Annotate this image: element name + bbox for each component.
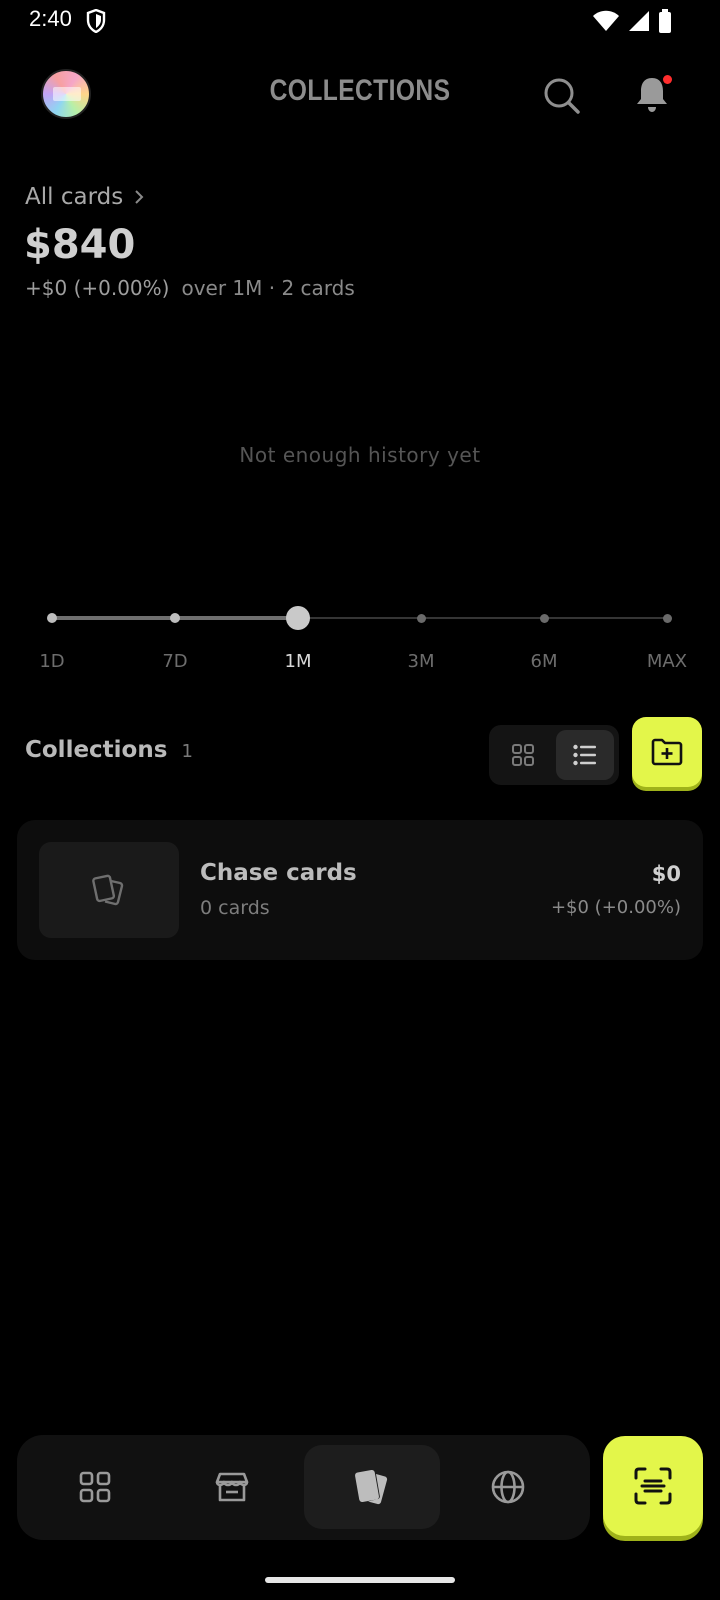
search-icon [544, 78, 580, 114]
range-label-max[interactable]: MAX [647, 651, 687, 672]
nav-collections[interactable] [304, 1445, 440, 1529]
range-label-7d[interactable]: 7D [162, 651, 187, 672]
all-cards-label: All cards [25, 184, 124, 210]
portfolio-change: +$0 (+0.00%) over 1M · 2 cards [25, 276, 355, 300]
collection-change: +$0 (+0.00%) [550, 897, 681, 918]
range-label-3m[interactable]: 3M [408, 651, 435, 672]
cards-placeholder-icon [92, 874, 124, 906]
search-button[interactable] [540, 74, 584, 118]
wifi-icon [593, 10, 619, 31]
notification-dot [663, 75, 672, 84]
range-label-1m[interactable]: 1M [285, 651, 312, 672]
collections-count: 1 [181, 741, 193, 762]
cards-icon [355, 1469, 388, 1505]
range-stop-3m[interactable] [416, 613, 426, 623]
scan-icon [634, 1467, 672, 1505]
range-stop-max[interactable] [662, 613, 672, 623]
chevron-right-icon [135, 190, 144, 204]
bottom-nav [17, 1435, 590, 1540]
grid-view-button[interactable] [494, 730, 552, 780]
top-app-bar: COLLECTIONS [0, 64, 720, 128]
portfolio-value: $840 [24, 222, 136, 268]
range-label-6m[interactable]: 6M [531, 651, 558, 672]
globe-icon [491, 1470, 525, 1504]
signal-icon [629, 11, 649, 31]
scan-button[interactable] [603, 1436, 703, 1536]
collections-header: Collections 1 [25, 737, 193, 763]
change-meta: over 1M · 2 cards [181, 276, 355, 300]
range-stop-6m[interactable] [539, 613, 549, 623]
nav-explore[interactable] [440, 1445, 576, 1529]
range-stop-1d[interactable] [47, 613, 57, 623]
status-time: 2:40 [29, 6, 72, 31]
all-cards-link[interactable]: All cards [25, 184, 145, 210]
change-amount: +$0 (+0.00%) [25, 276, 170, 300]
add-collection-button[interactable] [632, 717, 702, 787]
dashboard-icon [79, 1471, 111, 1503]
collections-title: Collections [25, 737, 168, 763]
range-thumb[interactable] [286, 606, 310, 630]
collection-item[interactable]: Chase cards 0 cards $0 +$0 (+0.00%) [17, 820, 703, 960]
nav-dashboard[interactable] [27, 1445, 163, 1529]
collection-thumbnail [39, 842, 179, 938]
folder-plus-icon [651, 738, 683, 766]
status-bar: 2:40 [0, 0, 720, 44]
list-icon [573, 744, 596, 766]
time-range-slider[interactable]: 1D 7D 1M 3M 6M MAX [0, 590, 720, 680]
list-view-button[interactable] [556, 730, 614, 780]
notifications-button[interactable] [630, 72, 674, 116]
home-indicator[interactable] [265, 1577, 455, 1583]
shield-icon [86, 9, 106, 33]
store-icon [215, 1472, 249, 1502]
range-track [298, 617, 668, 619]
collection-name: Chase cards [200, 860, 357, 886]
battery-icon [659, 9, 671, 33]
collection-value: $0 [651, 862, 681, 886]
range-stop-7d[interactable] [170, 613, 180, 623]
nav-store[interactable] [164, 1445, 300, 1529]
range-label-1d[interactable]: 1D [39, 651, 64, 672]
chart-empty-message: Not enough history yet [239, 443, 481, 467]
view-mode-toggle [489, 725, 619, 785]
collection-card-count: 0 cards [200, 897, 270, 919]
grid-icon [512, 744, 534, 766]
